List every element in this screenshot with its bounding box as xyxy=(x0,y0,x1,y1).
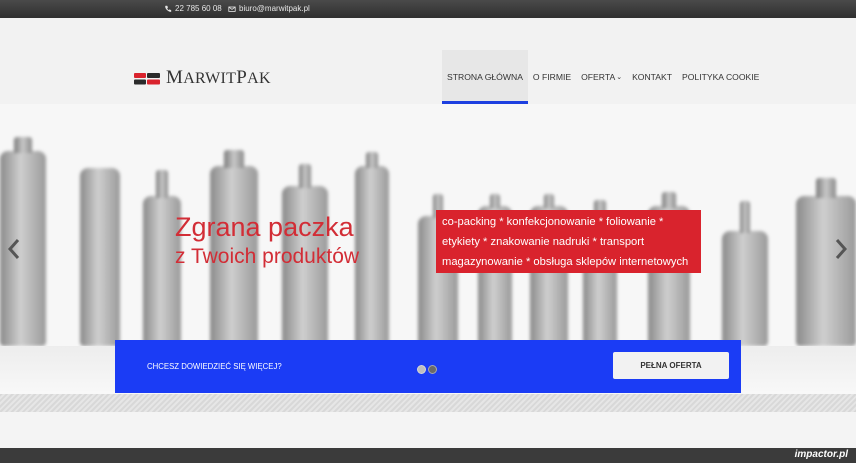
slider-prev-button[interactable] xyxy=(5,236,23,262)
services-line-2: etykiety * znakowanie nadruki * transpor… xyxy=(442,236,645,248)
envelope-icon xyxy=(228,6,236,12)
full-offer-button[interactable]: Pełna oferta xyxy=(613,352,729,379)
services-line-3: magazynowanie * obsługa sklepów internet… xyxy=(442,256,689,268)
bottom-bar: impactor.pl xyxy=(0,448,856,463)
site-header: MARWITPAK Strona Główna O Firmie Oferta ⌄… xyxy=(0,18,856,104)
hero-slider: Zgrana paczka z Twoich produktów co-pack… xyxy=(0,104,856,394)
content-area xyxy=(0,412,856,448)
phone-number: 22 785 60 08 xyxy=(175,4,222,13)
phone-contact[interactable]: 22 785 60 08 xyxy=(164,4,222,13)
email-contact[interactable]: biuro@marwitpak.pl xyxy=(228,4,310,13)
nav-item-strona-glowna[interactable]: Strona Główna xyxy=(442,50,528,104)
top-bar: 22 785 60 08 biuro@marwitpak.pl xyxy=(0,0,856,18)
hero-headline-line2: z Twoich produktów xyxy=(175,245,360,268)
hero-headline: Zgrana paczka z Twoich produktów xyxy=(175,212,359,272)
phone-icon xyxy=(165,5,172,12)
cta-banner: Chcesz dowiedzieć się więcej? Pełna ofer… xyxy=(115,340,741,393)
nav-item-polityka-cookie[interactable]: Polityka Cookie xyxy=(677,50,764,104)
email-address: biuro@marwitpak.pl xyxy=(239,4,310,13)
logo-text: MARWITPAK xyxy=(166,67,271,88)
hero-headline-line1: Zgrana paczka xyxy=(175,212,354,242)
chevron-down-icon: ⌄ xyxy=(616,74,623,81)
slider-dots xyxy=(417,365,437,374)
site-logo[interactable]: MARWITPAK xyxy=(134,67,271,89)
chevron-left-icon xyxy=(7,239,20,259)
slider-dot-2[interactable] xyxy=(428,365,437,374)
watermark: impactor.pl xyxy=(794,449,848,460)
logo-mark-icon xyxy=(134,72,160,85)
divider-stripe xyxy=(0,394,856,412)
services-box: co-packing * konfekcjonowanie * foliowan… xyxy=(436,210,701,273)
chevron-right-icon xyxy=(835,239,848,259)
slider-dot-1[interactable] xyxy=(417,365,426,374)
nav-item-kontakt[interactable]: Kontakt xyxy=(627,50,677,104)
cta-text: Chcesz dowiedzieć się więcej? xyxy=(147,362,282,371)
services-line-1: co-packing * konfekcjonowanie * foliowan… xyxy=(442,216,664,228)
nav-item-oferta[interactable]: Oferta ⌄ xyxy=(576,50,627,104)
slider-next-button[interactable] xyxy=(832,236,850,262)
nav-item-o-firmie[interactable]: O Firmie xyxy=(528,50,576,104)
main-nav: Strona Główna O Firmie Oferta ⌄ Kontakt P… xyxy=(442,50,764,104)
